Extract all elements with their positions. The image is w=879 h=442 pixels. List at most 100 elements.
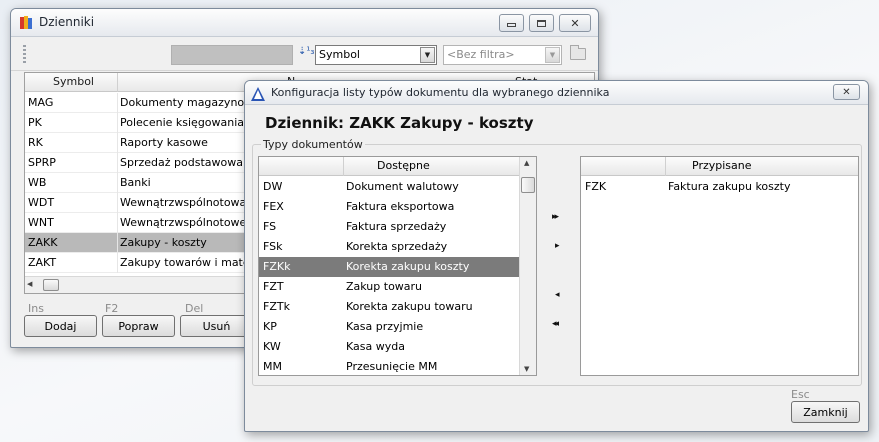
toolbar-grip-icon[interactable]: [23, 45, 26, 63]
dialog-titlebar[interactable]: Konfiguracja listy typów dokumentu dla w…: [245, 81, 868, 105]
row-symbol: SPRP: [28, 156, 56, 169]
list-item[interactable]: FSk Korekta sprzedaży: [259, 237, 520, 257]
row-name: Zakupy - koszty: [120, 236, 207, 249]
dzienniki-titlebar[interactable]: Dzienniki ✕: [11, 9, 598, 37]
maximize-icon: [537, 19, 546, 27]
dzienniki-title: Dzienniki: [39, 15, 95, 29]
item-name: Faktura zakupu koszty: [668, 180, 791, 193]
filter-combo[interactable]: <Bez filtra> ▼: [443, 45, 562, 65]
item-code: FS: [263, 220, 277, 233]
close-icon: ✕: [842, 86, 851, 98]
item-name: Korekta zakupu towaru: [346, 300, 473, 313]
scroll-thumb[interactable]: [43, 279, 59, 291]
toolbar: ⇣¹₃ Symbol ▼ <Bez filtra> ▼: [11, 37, 598, 71]
add-selected-button[interactable]: ▸: [555, 241, 559, 251]
scroll-down-icon[interactable]: ▼: [524, 365, 529, 373]
scroll-left-icon[interactable]: ◀: [27, 280, 32, 288]
chevron-down-icon[interactable]: ▼: [545, 47, 560, 63]
close-window-button[interactable]: ✕: [559, 14, 591, 32]
item-name: Faktura sprzedaży: [346, 220, 447, 233]
item-code: FZKk: [263, 260, 291, 273]
maximize-button[interactable]: [529, 14, 554, 32]
item-code: FZT: [263, 280, 284, 293]
item-name: Dokument walutowy: [346, 180, 459, 193]
assigned-header-label[interactable]: Przypisane: [692, 159, 752, 172]
scroll-up-icon[interactable]: ▲: [524, 159, 529, 167]
folder-icon[interactable]: [570, 45, 586, 60]
sort-ascending-icon[interactable]: ⇣¹₃: [298, 46, 314, 57]
row-name: Dokumenty magazynowe: [120, 96, 260, 109]
row-symbol: WB: [28, 176, 47, 189]
available-list[interactable]: Dostępne DW Dokument walutowy FEX Faktura e…: [258, 156, 537, 376]
item-name: Korekta sprzedaży: [346, 240, 448, 253]
list-item[interactable]: FS Faktura sprzedaży: [259, 217, 520, 237]
minimize-button[interactable]: [499, 14, 524, 32]
row-symbol: WDT: [28, 196, 55, 209]
sort-combo[interactable]: Symbol ▼: [315, 45, 437, 65]
list-item[interactable]: FZKk Korekta zakupu koszty: [259, 257, 520, 277]
filter-combo-placeholder: <Bez filtra>: [447, 48, 515, 61]
row-symbol: ZAKK: [28, 236, 58, 249]
item-code: KW: [263, 340, 281, 353]
warning-icon: [251, 87, 265, 101]
row-symbol: ZAKT: [28, 256, 57, 269]
list-item[interactable]: FZK Faktura zakupu koszty: [581, 177, 858, 197]
item-name: Zakup towaru: [346, 280, 423, 293]
item-code: FZTk: [263, 300, 290, 313]
item-code: FEX: [263, 200, 284, 213]
assigned-list-header: Przypisane: [581, 157, 858, 176]
config-dialog: Konfiguracja listy typów dokumentu dla w…: [244, 80, 869, 432]
row-symbol: MAG: [28, 96, 54, 109]
minimize-icon: [507, 22, 516, 27]
row-symbol: PK: [28, 116, 42, 129]
list-item[interactable]: FEX Faktura eksportowa: [259, 197, 520, 217]
item-name: Korekta zakupu koszty: [346, 260, 470, 273]
delete-shortcut-hint: Del: [185, 302, 204, 315]
app-icon: [19, 15, 33, 30]
dialog-close-button[interactable]: ✕: [833, 84, 860, 100]
row-name: Wewnątrzwspólnotowe na: [120, 216, 264, 229]
document-types-label: Typy dokumentów: [261, 138, 365, 151]
list-item[interactable]: FZTk Korekta zakupu towaru: [259, 297, 520, 317]
row-symbol: RK: [28, 136, 43, 149]
add-all-button[interactable]: ▸▸: [552, 212, 559, 222]
list-item[interactable]: DW Dokument walutowy: [259, 177, 520, 197]
item-name: Kasa wyda: [346, 340, 405, 353]
edit-button[interactable]: Popraw: [102, 315, 175, 337]
add-shortcut-hint: Ins: [28, 302, 44, 315]
dialog-title: Konfiguracja listy typów dokumentu dla w…: [271, 86, 610, 99]
column-header-symbol[interactable]: Symbol: [53, 75, 94, 88]
available-vertical-scrollbar[interactable]: ▲ ▼: [519, 157, 536, 375]
available-list-header: Dostępne: [259, 157, 519, 176]
assigned-list[interactable]: Przypisane FZK Faktura zakupu koszty: [580, 156, 859, 376]
close-dialog-button[interactable]: Zamknij: [791, 401, 860, 423]
scroll-thumb[interactable]: [521, 177, 535, 193]
row-name: Wewnątrzwspólnotowa do: [120, 196, 264, 209]
list-item[interactable]: KW Kasa wyda: [259, 337, 520, 357]
list-item[interactable]: MM Przesunięcie MM: [259, 357, 520, 375]
remove-all-button[interactable]: ◂◂: [552, 319, 559, 329]
add-button[interactable]: Dodaj: [24, 315, 97, 337]
available-header-label[interactable]: Dostępne: [377, 159, 430, 172]
item-name: Kasa przyjmie: [346, 320, 424, 333]
chevron-down-icon[interactable]: ▼: [420, 47, 435, 63]
item-code: DW: [263, 180, 283, 193]
sort-combo-value: Symbol: [319, 48, 360, 61]
row-name: Banki: [120, 176, 151, 189]
item-code: FSk: [263, 240, 283, 253]
remove-selected-button[interactable]: ◂: [555, 290, 559, 300]
row-name: Polecenie księgowania: [120, 116, 245, 129]
list-item[interactable]: KP Kasa przyjmie: [259, 317, 520, 337]
edit-shortcut-hint: F2: [105, 302, 119, 315]
row-name: Raporty kasowe: [120, 136, 208, 149]
close-icon: ✕: [570, 16, 580, 30]
item-name: Przesunięcie MM: [346, 360, 438, 373]
row-name: Sprzedaż podstawowa: [120, 156, 243, 169]
item-name: Faktura eksportowa: [346, 200, 455, 213]
delete-button[interactable]: Usuń: [180, 315, 253, 337]
row-symbol: WNT: [28, 216, 54, 229]
dialog-heading: Dziennik: ZAKK Zakupy - koszty: [265, 114, 534, 132]
item-code: MM: [263, 360, 282, 373]
search-box[interactable]: [171, 45, 293, 65]
list-item[interactable]: FZT Zakup towaru: [259, 277, 520, 297]
